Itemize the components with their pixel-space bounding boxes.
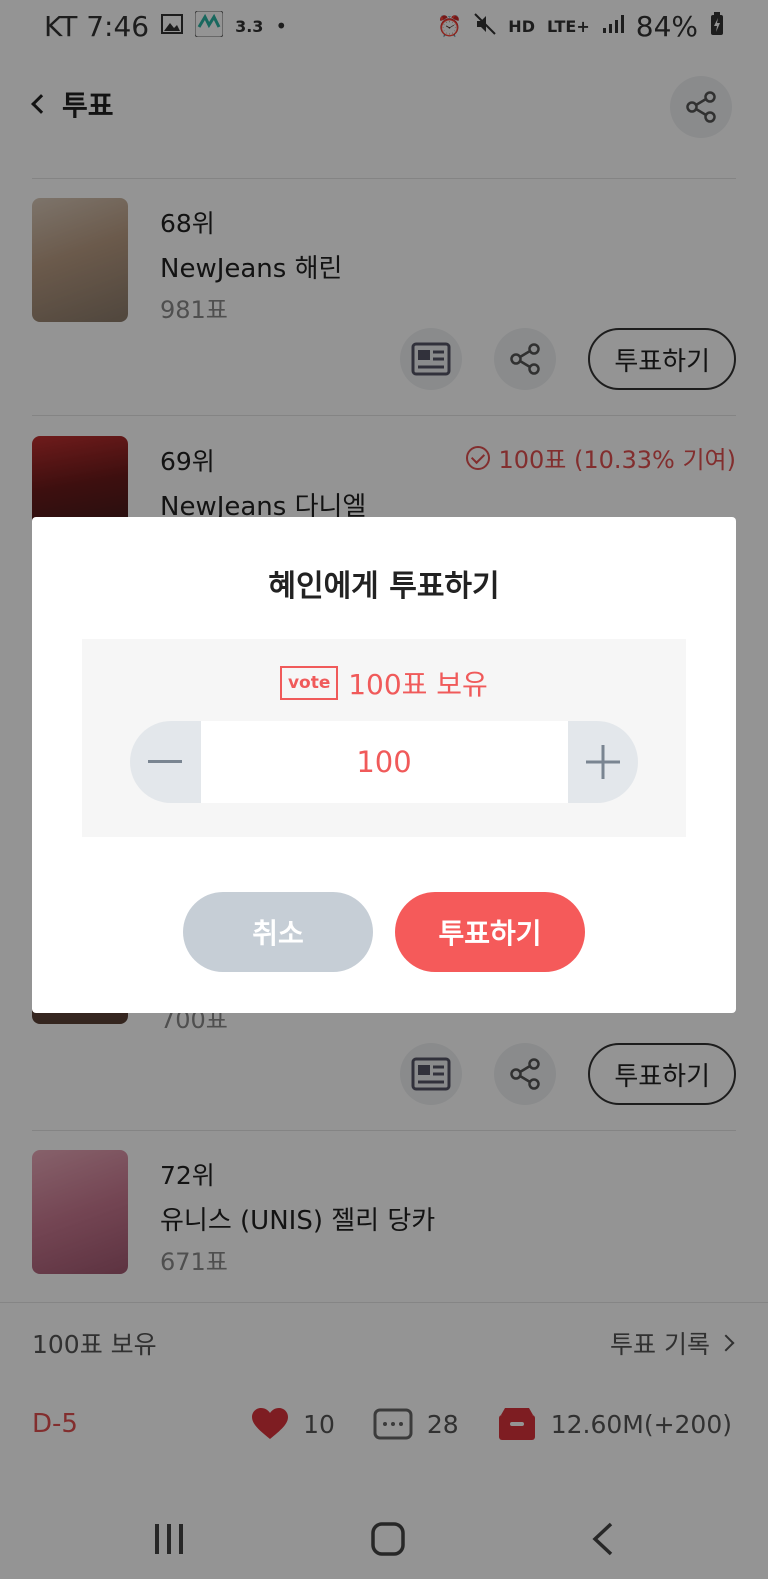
owned-votes-row: vote 100표 보유 xyxy=(82,663,686,703)
decrement-button[interactable] xyxy=(130,721,201,803)
minus-icon xyxy=(148,760,183,763)
vote-amount-input[interactable] xyxy=(200,721,568,803)
cancel-button[interactable]: 취소 xyxy=(183,892,373,972)
vote-amount-panel: vote 100표 보유 xyxy=(82,639,686,837)
owned-votes-text: 100표 보유 xyxy=(348,668,488,701)
vote-dialog: 혜인에게 투표하기 vote 100표 보유 취소 투표하기 xyxy=(32,517,736,1013)
dialog-title: 혜인에게 투표하기 xyxy=(268,569,500,604)
confirm-vote-button[interactable]: 투표하기 xyxy=(395,892,585,972)
vote-stepper xyxy=(130,721,638,803)
plus-icon xyxy=(585,745,620,779)
vote-ticket-icon: vote xyxy=(280,666,339,700)
dialog-actions: 취소 투표하기 xyxy=(32,892,736,972)
increment-button[interactable] xyxy=(567,721,638,803)
